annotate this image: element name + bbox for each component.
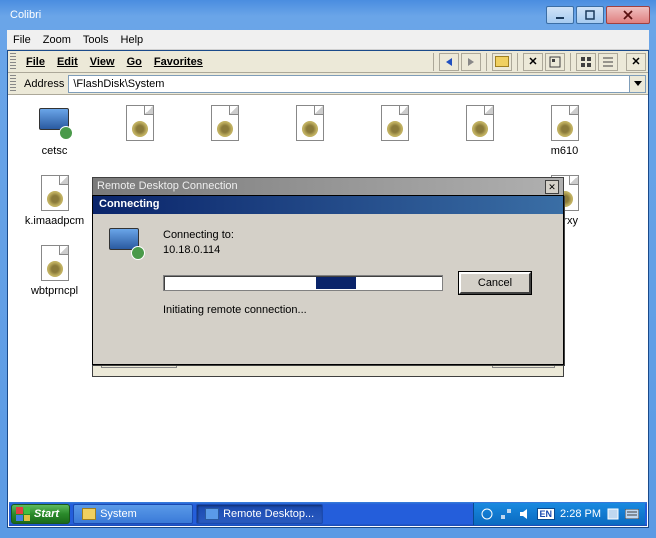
file-item-kimaadpcm[interactable]: k.imaadpcm (12, 173, 97, 243)
taskbar: Start System Remote Desktop... EN 2:28 P… (9, 502, 647, 526)
rdc-close-button[interactable]: ✕ (545, 180, 559, 194)
file-item-wbtprncpl[interactable]: wbtprncpl (12, 243, 97, 313)
keyboard-button[interactable] (625, 507, 639, 521)
menu-file[interactable]: File (13, 34, 31, 46)
chevron-down-icon (634, 81, 642, 86)
dll-file-icon (466, 105, 494, 141)
show-desktop-button[interactable] (606, 507, 620, 521)
dll-file-icon (551, 105, 579, 141)
start-label: Start (34, 508, 59, 520)
taskbar-item-remote-desktop[interactable]: Remote Desktop... (196, 504, 323, 524)
file-label: k.imaadpcm (25, 215, 84, 227)
ce-menu-file[interactable]: File (20, 54, 51, 70)
rdc-titlebar[interactable]: Remote Desktop Connection ✕ (93, 178, 563, 196)
folder-up-button[interactable] (492, 53, 512, 71)
dll-file-icon (126, 105, 154, 141)
connecting-target-ip: 10.18.0.114 (163, 243, 234, 258)
view-large-icons-button[interactable] (576, 53, 596, 71)
file-item[interactable] (352, 103, 437, 173)
connecting-status-text: Initiating remote connection... (163, 304, 547, 316)
menu-tools[interactable]: Tools (83, 34, 109, 46)
nav-back-button[interactable] (439, 53, 459, 71)
ce-menu-view[interactable]: View (84, 54, 121, 70)
cancel-button[interactable]: Cancel (459, 272, 531, 294)
close-icon: ✕ (631, 55, 640, 68)
address-dropdown-button[interactable] (630, 75, 646, 93)
minimize-button[interactable] (546, 6, 574, 24)
windows-flag-icon (16, 507, 30, 521)
outer-menubar: File Zoom Tools Help (7, 30, 649, 50)
dll-file-icon (211, 105, 239, 141)
folder-up-icon (495, 56, 509, 67)
file-item-cetsc[interactable]: cetsc (12, 103, 97, 173)
window-controls (544, 6, 650, 24)
remote-desktop-icon (109, 228, 143, 258)
ce-menu-go[interactable]: Go (121, 54, 148, 70)
file-item[interactable] (97, 103, 182, 173)
file-item[interactable] (182, 103, 267, 173)
close-button[interactable] (606, 6, 650, 24)
file-area[interactable]: cetsc m610 k.imaadpcm nprxy wbtprncpl (8, 95, 648, 503)
file-label: m610 (551, 145, 579, 157)
rdc-window-title: Remote Desktop Connection (97, 180, 238, 194)
tray-icon-1[interactable] (480, 507, 494, 521)
taskbar-item-label: Remote Desktop... (223, 508, 314, 520)
connecting-titlebar[interactable]: Connecting (93, 196, 563, 214)
large-icons-icon (580, 56, 592, 68)
tray-network-icon[interactable] (499, 507, 513, 521)
outer-titlebar[interactable]: Colibri (0, 0, 656, 30)
ce-window-close-button[interactable]: ✕ (626, 53, 646, 71)
properties-button[interactable] (545, 53, 565, 71)
taskbar-item-system[interactable]: System (73, 504, 193, 524)
connecting-to-label: Connecting to: (163, 228, 234, 243)
rdc-taskbar-icon (205, 508, 219, 520)
nav-forward-button[interactable] (461, 53, 481, 71)
delete-button[interactable]: ✕ (523, 53, 543, 71)
ce-menu-edit[interactable]: Edit (51, 54, 84, 70)
embedded-ce-screen: File Edit View Go Favorites ✕ ✕ (7, 50, 649, 528)
system-tray: EN 2:28 PM (473, 503, 645, 525)
menu-help[interactable]: Help (121, 34, 144, 46)
ce-menubar: File Edit View Go Favorites ✕ ✕ (8, 51, 648, 73)
menu-zoom[interactable]: Zoom (43, 34, 71, 46)
view-details-button[interactable] (598, 53, 618, 71)
dll-file-icon (296, 105, 324, 141)
outer-window: Colibri File Zoom Tools Help File Edit V… (0, 0, 656, 538)
details-icon (602, 56, 614, 68)
file-item-m610[interactable]: m610 (522, 103, 607, 173)
maximize-button[interactable] (576, 6, 604, 24)
taskbar-clock[interactable]: 2:28 PM (560, 508, 601, 520)
address-label: Address (20, 78, 68, 90)
dll-file-icon (381, 105, 409, 141)
ce-menu-favorites[interactable]: Favorites (148, 54, 209, 70)
dll-file-icon (41, 175, 69, 211)
remote-desktop-icon (39, 108, 71, 138)
x-icon: ✕ (528, 55, 537, 68)
arrow-left-icon (446, 58, 452, 66)
file-item[interactable] (437, 103, 522, 173)
ce-addressbar: Address (8, 73, 648, 95)
dll-file-icon (41, 245, 69, 281)
toolbar-grip[interactable] (10, 53, 16, 71)
address-input[interactable] (68, 75, 630, 93)
tray-volume-icon[interactable] (518, 507, 532, 521)
file-label: cetsc (42, 145, 68, 157)
start-button[interactable]: Start (11, 504, 70, 524)
language-indicator[interactable]: EN (537, 508, 556, 520)
outer-window-title: Colibri (6, 9, 544, 21)
properties-icon (549, 56, 561, 68)
arrow-right-icon (468, 58, 474, 66)
folder-icon (82, 508, 96, 520)
file-item[interactable] (267, 103, 352, 173)
connecting-dialog: Connecting Connecting to: 10.18.0.114 Ca… (92, 195, 564, 365)
taskbar-item-label: System (100, 508, 137, 520)
connecting-progress-bar (163, 275, 443, 291)
addressbar-grip[interactable] (10, 75, 16, 93)
file-label: wbtprncpl (31, 285, 78, 297)
